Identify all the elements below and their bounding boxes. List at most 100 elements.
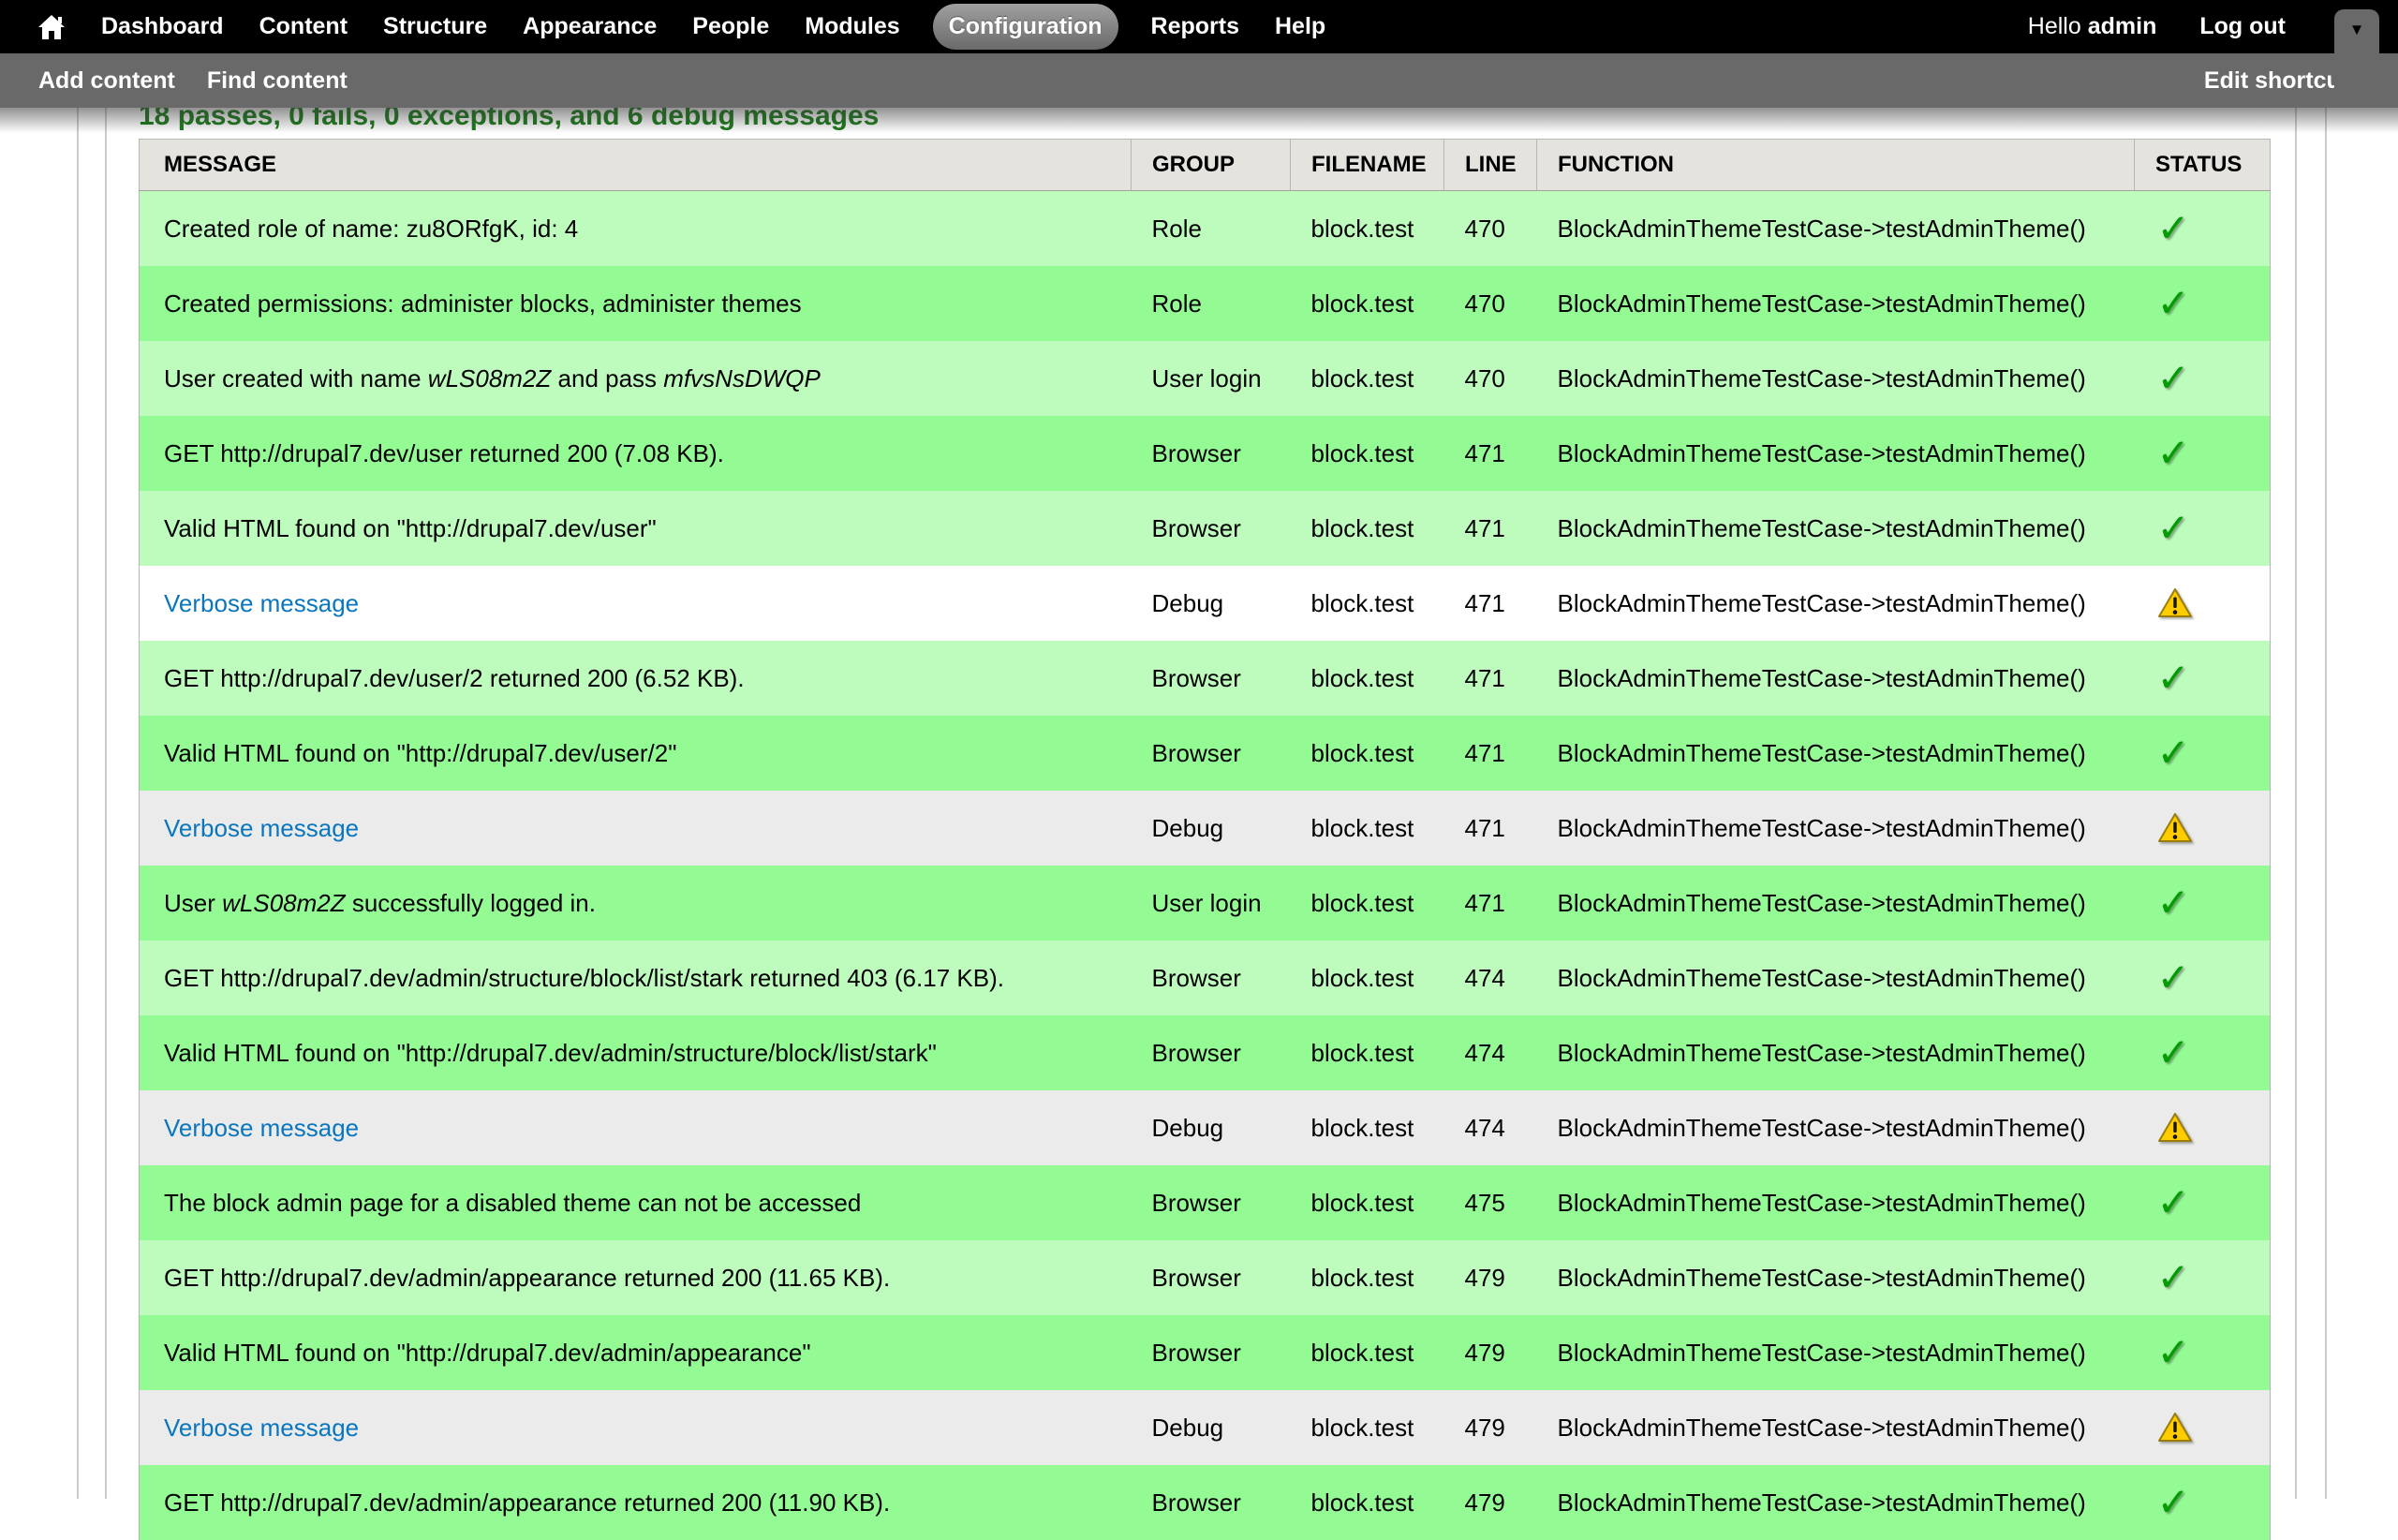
table-row: GET http://drupal7.dev/admin/structure/b… bbox=[140, 940, 2271, 1015]
status-cell bbox=[2135, 791, 2271, 866]
table-row: Verbose messageDebugblock.test479BlockAd… bbox=[140, 1390, 2271, 1465]
status-cell: ✓ bbox=[2135, 416, 2271, 491]
table-row: User created with name wLS08m2Z and pass… bbox=[140, 341, 2271, 416]
table-row: GET http://drupal7.dev/admin/appearance … bbox=[140, 1465, 2271, 1540]
message-cell: Valid HTML found on "http://drupal7.dev/… bbox=[140, 1015, 1132, 1090]
filename-cell: block.test bbox=[1291, 491, 1444, 566]
column-header-group: GROUP bbox=[1132, 140, 1291, 191]
warning-icon bbox=[2157, 1412, 2193, 1440]
check-icon: ✓ bbox=[2157, 883, 2190, 923]
check-icon: ✓ bbox=[2157, 1033, 2190, 1073]
table-row: Created permissions: administer blocks, … bbox=[140, 266, 2271, 341]
verbose-message-link[interactable]: Verbose message bbox=[164, 814, 359, 842]
table-row: GET http://drupal7.dev/user/2 returned 2… bbox=[140, 641, 2271, 716]
toolbar-item-configuration[interactable]: Configuration bbox=[933, 4, 1118, 50]
toolbar-item-structure[interactable]: Structure bbox=[383, 13, 487, 40]
page-border-left-outer bbox=[77, 108, 79, 1499]
group-cell: Browser bbox=[1132, 1240, 1291, 1315]
check-icon: ✓ bbox=[2157, 958, 2190, 998]
message-cell: GET http://drupal7.dev/admin/appearance … bbox=[140, 1465, 1132, 1540]
group-cell: Browser bbox=[1132, 716, 1291, 791]
check-icon: ✓ bbox=[2157, 659, 2190, 698]
toolbar-item-help[interactable]: Help bbox=[1275, 13, 1325, 40]
filename-cell: block.test bbox=[1291, 791, 1444, 866]
warning-icon bbox=[2157, 812, 2193, 840]
line-cell: 479 bbox=[1444, 1315, 1537, 1390]
group-cell: Browser bbox=[1132, 1315, 1291, 1390]
table-row: Valid HTML found on "http://drupal7.dev/… bbox=[140, 1015, 2271, 1090]
group-cell: Role bbox=[1132, 266, 1291, 341]
toolbar-item-appearance[interactable]: Appearance bbox=[523, 13, 657, 40]
check-icon: ✓ bbox=[2157, 284, 2190, 323]
message-cell: Created permissions: administer blocks, … bbox=[140, 266, 1132, 341]
page-border-right-inner bbox=[2295, 108, 2297, 1499]
toolbar-item-content[interactable]: Content bbox=[259, 13, 348, 40]
status-cell: ✓ bbox=[2135, 940, 2271, 1015]
line-cell: 479 bbox=[1444, 1240, 1537, 1315]
message-text: User created with name bbox=[164, 364, 428, 392]
verbose-message-link[interactable]: Verbose message bbox=[164, 1114, 359, 1142]
status-cell: ✓ bbox=[2135, 191, 2271, 267]
message-text: Valid HTML found on "http://drupal7.dev/… bbox=[164, 739, 676, 767]
function-cell: BlockAdminThemeTestCase->testAdminTheme(… bbox=[1537, 1240, 2135, 1315]
toolbar-toggle-button[interactable]: ▼ bbox=[2334, 9, 2379, 108]
verbose-message-link[interactable]: Verbose message bbox=[164, 589, 359, 617]
toolbar-item-dashboard[interactable]: Dashboard bbox=[101, 13, 224, 40]
group-cell: Browser bbox=[1132, 1465, 1291, 1540]
check-icon: ✓ bbox=[2157, 1183, 2190, 1222]
table-header: MESSAGEGROUPFILENAMELINEFUNCTIONSTATUS bbox=[140, 140, 2271, 191]
table-row: GET http://drupal7.dev/admin/appearance … bbox=[140, 1240, 2271, 1315]
shortcut-item-add-content[interactable]: Add content bbox=[38, 67, 175, 95]
table-row: Verbose messageDebugblock.test471BlockAd… bbox=[140, 566, 2271, 641]
filename-cell: block.test bbox=[1291, 266, 1444, 341]
filename-cell: block.test bbox=[1291, 341, 1444, 416]
message-text: GET http://drupal7.dev/admin/structure/b… bbox=[164, 964, 1004, 992]
status-cell: ✓ bbox=[2135, 266, 2271, 341]
column-header-function: FUNCTION bbox=[1537, 140, 2135, 191]
status-cell: ✓ bbox=[2135, 1015, 2271, 1090]
function-cell: BlockAdminThemeTestCase->testAdminTheme(… bbox=[1537, 191, 2135, 267]
function-cell: BlockAdminThemeTestCase->testAdminTheme(… bbox=[1537, 341, 2135, 416]
filename-cell: block.test bbox=[1291, 1240, 1444, 1315]
page-border-left-inner bbox=[105, 108, 107, 1499]
shortcut-item-find-content[interactable]: Find content bbox=[207, 67, 348, 95]
admin-toolbar: Dashboard Content Structure Appearance Peopl… bbox=[0, 0, 2398, 53]
group-cell: Debug bbox=[1132, 1090, 1291, 1165]
message-cell: The block admin page for a disabled them… bbox=[140, 1165, 1132, 1240]
group-cell: User login bbox=[1132, 341, 1291, 416]
message-cell: GET http://drupal7.dev/user returned 200… bbox=[140, 416, 1132, 491]
warning-icon bbox=[2157, 1112, 2193, 1140]
verbose-message-link[interactable]: Verbose message bbox=[164, 1414, 359, 1442]
filename-cell: block.test bbox=[1291, 866, 1444, 940]
table-row: User wLS08m2Z successfully logged in.Use… bbox=[140, 866, 2271, 940]
group-cell: Debug bbox=[1132, 1390, 1291, 1465]
message-cell: Valid HTML found on "http://drupal7.dev/… bbox=[140, 1315, 1132, 1390]
function-cell: BlockAdminThemeTestCase->testAdminTheme(… bbox=[1537, 1465, 2135, 1540]
filename-cell: block.test bbox=[1291, 940, 1444, 1015]
message-text: GET http://drupal7.dev/admin/appearance … bbox=[164, 1264, 890, 1292]
logout-link[interactable]: Log out bbox=[2199, 13, 2286, 40]
line-cell: 475 bbox=[1444, 1165, 1537, 1240]
toolbar-item-reports[interactable]: Reports bbox=[1151, 13, 1239, 40]
function-cell: BlockAdminThemeTestCase->testAdminTheme(… bbox=[1537, 1090, 2135, 1165]
filename-cell: block.test bbox=[1291, 1390, 1444, 1465]
function-cell: BlockAdminThemeTestCase->testAdminTheme(… bbox=[1537, 566, 2135, 641]
toolbar-item-people[interactable]: People bbox=[692, 13, 769, 40]
group-cell: User login bbox=[1132, 866, 1291, 940]
line-cell: 474 bbox=[1444, 940, 1537, 1015]
home-icon[interactable] bbox=[37, 14, 66, 40]
group-cell: Role bbox=[1132, 191, 1291, 267]
message-cell: Verbose message bbox=[140, 1090, 1132, 1165]
message-text: GET http://drupal7.dev/user/2 returned 2… bbox=[164, 664, 745, 692]
group-cell: Browser bbox=[1132, 416, 1291, 491]
message-text: Valid HTML found on "http://drupal7.dev/… bbox=[164, 1339, 811, 1367]
line-cell: 474 bbox=[1444, 1090, 1537, 1165]
toolbar-user-area: Hello admin Log out bbox=[2028, 0, 2286, 53]
message-cell: GET http://drupal7.dev/admin/appearance … bbox=[140, 1240, 1132, 1315]
group-cell: Browser bbox=[1132, 1165, 1291, 1240]
toolbar-item-modules[interactable]: Modules bbox=[805, 13, 899, 40]
line-cell: 470 bbox=[1444, 191, 1537, 267]
filename-cell: block.test bbox=[1291, 716, 1444, 791]
message-text: Valid HTML found on "http://drupal7.dev/… bbox=[164, 1039, 937, 1067]
check-icon: ✓ bbox=[2157, 209, 2190, 248]
